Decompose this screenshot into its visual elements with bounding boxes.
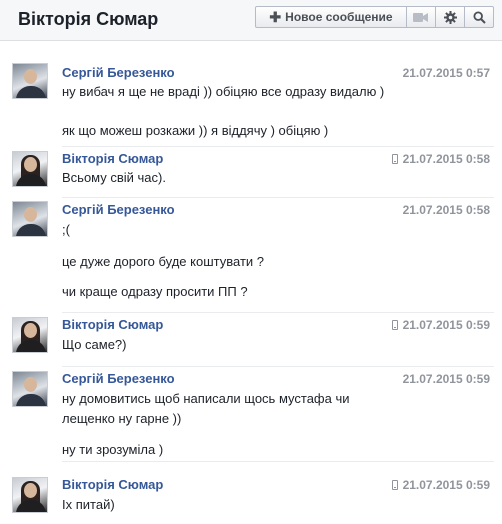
- avatar[interactable]: [12, 371, 48, 407]
- mobile-phone-icon: [391, 480, 398, 490]
- avatar[interactable]: [12, 151, 48, 187]
- sender-name[interactable]: Вікторія Сюмар: [62, 151, 163, 166]
- message-text: це дуже дорого буде коштувати ?: [62, 254, 264, 269]
- timestamp-text: 21.07.2015 0:59: [402, 372, 490, 386]
- message-text: ;(: [62, 222, 70, 237]
- message-text: Іх питай): [62, 497, 115, 512]
- divider: [62, 312, 494, 313]
- message-timestamp: 21.07.2015 0:58: [391, 152, 490, 166]
- message-timestamp: 21.07.2015 0:59: [391, 478, 490, 492]
- message-text: як що можеш розкажи )) я віддячу ) обіця…: [62, 123, 329, 138]
- new-message-label: Новое сообщение: [285, 10, 393, 24]
- mobile-phone-icon: [391, 320, 398, 330]
- divider: [62, 366, 494, 367]
- search-button[interactable]: [464, 6, 494, 28]
- timestamp-text: 21.07.2015 0:58: [402, 152, 490, 166]
- message-text: чи краще одразу просити ПП ?: [62, 284, 248, 299]
- new-message-button[interactable]: ✚ Новое сообщение: [255, 6, 407, 28]
- avatar[interactable]: [12, 477, 48, 513]
- mobile-phone-icon: [391, 154, 398, 164]
- conversation-title: Вікторія Сюмар: [18, 9, 159, 29]
- video-call-icon: [413, 12, 428, 22]
- gear-icon: [443, 10, 457, 24]
- divider: [62, 461, 494, 462]
- search-icon: [472, 10, 486, 24]
- timestamp-text: 21.07.2015 0:57: [402, 66, 490, 80]
- timestamp-text: 21.07.2015 0:58: [402, 203, 490, 217]
- message-timestamp: 21.07.2015 0:57: [403, 66, 490, 80]
- message-text: ну ти зрозуміла ): [62, 442, 164, 457]
- settings-button[interactable]: [435, 6, 465, 28]
- video-call-button[interactable]: [406, 6, 436, 28]
- divider: [62, 146, 494, 147]
- message-timestamp: 21.07.2015 0:58: [403, 203, 490, 217]
- divider: [62, 197, 494, 198]
- avatar[interactable]: [12, 201, 48, 237]
- message-text: Всьому свій час).: [62, 170, 166, 185]
- conversation-toolbar: ✚ Новое сообщение: [255, 6, 494, 28]
- sender-name[interactable]: Вікторія Сюмар: [62, 477, 163, 492]
- sender-name[interactable]: Вікторія Сюмар: [62, 317, 163, 332]
- message-text: ну вибач я ще не враді )) обіцяю все одр…: [62, 84, 385, 99]
- avatar[interactable]: [12, 317, 48, 353]
- timestamp-text: 21.07.2015 0:59: [402, 318, 490, 332]
- message-text: Що саме?): [62, 337, 127, 352]
- sender-name[interactable]: Сергій Березенко: [62, 65, 175, 80]
- plus-icon: ✚: [269, 8, 282, 25]
- message-timestamp: 21.07.2015 0:59: [403, 372, 490, 386]
- message-timestamp: 21.07.2015 0:59: [391, 318, 490, 332]
- timestamp-text: 21.07.2015 0:59: [402, 478, 490, 492]
- message-text: лещенко ну гарне )): [62, 411, 182, 426]
- sender-name[interactable]: Сергій Березенко: [62, 371, 175, 386]
- message-text: ну домовитись щоб написали щось мустафа …: [62, 391, 350, 406]
- sender-name[interactable]: Сергій Березенко: [62, 202, 175, 217]
- conversation-header: Вікторія Сюмар ✚ Новое сообщение: [0, 0, 502, 41]
- avatar[interactable]: [12, 63, 48, 99]
